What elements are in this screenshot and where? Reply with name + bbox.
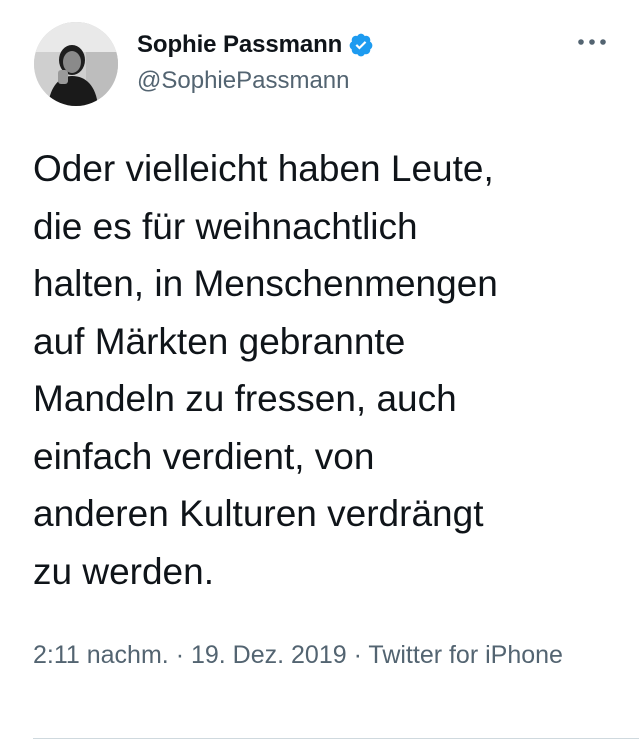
tweet-source[interactable]: Twitter for iPhone <box>368 641 563 669</box>
tweet-meta: 2:11 nachm. · 19. Dez. 2019 · Twitter fo… <box>33 637 593 673</box>
more-options-icon[interactable] <box>575 30 609 54</box>
tweet-date[interactable]: 19. Dez. 2019 <box>191 641 347 669</box>
meta-separator: · <box>353 641 362 669</box>
avatar[interactable] <box>34 22 118 106</box>
tweet-time[interactable]: 2:11 nachm. <box>33 641 169 669</box>
verified-badge-icon <box>348 32 374 58</box>
name-row: Sophie Passmann <box>137 28 374 62</box>
user-handle[interactable]: @SophiePassmann <box>137 67 349 95</box>
avatar-image <box>34 22 118 106</box>
tweet: Sophie Passmann @SophiePassmann Oder vie… <box>0 0 639 742</box>
divider <box>33 738 639 739</box>
tweet-text: Oder vielleicht haben Leute, die es für … <box>33 148 498 592</box>
meta-separator: · <box>175 641 185 669</box>
display-name[interactable]: Sophie Passmann <box>137 31 342 59</box>
